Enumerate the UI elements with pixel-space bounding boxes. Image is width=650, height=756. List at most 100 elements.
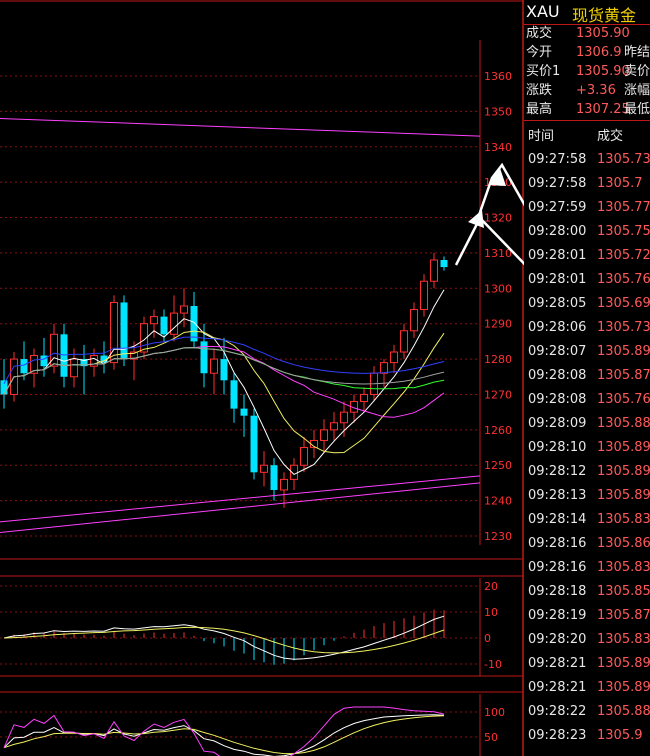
price-tick-label: 1230 bbox=[484, 530, 512, 543]
tick-time: 09:27:58 bbox=[528, 152, 587, 167]
candle-body bbox=[210, 358, 218, 374]
tick-time: 09:28:18 bbox=[528, 584, 587, 599]
tick-price: 1305.83 bbox=[597, 632, 650, 647]
tick-time: 09:28:01 bbox=[528, 272, 587, 287]
candle-body bbox=[440, 260, 448, 268]
trend-line bbox=[0, 475, 481, 523]
tick-row: 09:28:07 1305.89 bbox=[524, 340, 650, 364]
tick-header-price: 成交 bbox=[597, 129, 624, 144]
tick-price: 1305.73 bbox=[597, 152, 650, 167]
macd-tick-label: -10 bbox=[484, 658, 502, 671]
quote-row: 买价1 1305.90 卖价 bbox=[524, 62, 650, 81]
quote-value: 1306.9 bbox=[576, 45, 622, 60]
tick-time: 09:28:00 bbox=[528, 224, 587, 239]
tick-time: 09:28:07 bbox=[528, 344, 587, 359]
tick-row: 09:28:08 1305.76 bbox=[524, 388, 650, 412]
tick-row: 09:28:16 1305.83 bbox=[524, 556, 650, 580]
quote-row: 涨跌 +3.36 涨幅 bbox=[524, 81, 650, 100]
tick-price: 1305.75 bbox=[597, 224, 650, 239]
tick-row: 09:28:19 1305.87 bbox=[524, 604, 650, 628]
price-tick-label: 1240 bbox=[484, 495, 512, 508]
candle-body bbox=[160, 316, 168, 335]
tick-price: 1305.89 bbox=[597, 464, 650, 479]
tick-price: 1305.88 bbox=[597, 416, 650, 431]
tick-time: 09:28:05 bbox=[528, 296, 587, 311]
tick-time: 09:27:59 bbox=[528, 200, 587, 215]
tick-row: 09:28:00 1305.75 bbox=[524, 220, 650, 244]
candle-body bbox=[60, 334, 68, 377]
tick-time: 09:28:06 bbox=[528, 320, 587, 335]
quote-row: 成交 1305.90 bbox=[524, 24, 650, 43]
tick-row: 09:28:18 1305.85 bbox=[524, 580, 650, 604]
tick-price: 1305.86 bbox=[597, 536, 650, 551]
kdj-k-line bbox=[3, 714, 445, 756]
tick-price: 1305.87 bbox=[597, 608, 650, 623]
tick-price: 1305.88 bbox=[597, 704, 650, 719]
tick-row: 09:28:01 1305.76 bbox=[524, 268, 650, 292]
tick-price: 1305.89 bbox=[597, 344, 650, 359]
kdj-j-line bbox=[3, 706, 445, 756]
candle-body bbox=[330, 422, 338, 431]
tick-time: 09:28:01 bbox=[528, 248, 587, 263]
tick-price: 1305.7 bbox=[597, 176, 643, 191]
tick-time: 09:28:08 bbox=[528, 392, 587, 407]
quote-row: 最高 1307.25 最低 bbox=[524, 100, 650, 119]
tick-time: 09:28:19 bbox=[528, 608, 587, 623]
tick-price: 1305.72 bbox=[597, 248, 650, 263]
candle-body bbox=[0, 380, 8, 395]
tick-time: 09:28:20 bbox=[528, 632, 587, 647]
quote-row: 今开 1306.9 昨结 bbox=[524, 43, 650, 62]
tick-row: 09:28:16 1305.86 bbox=[524, 532, 650, 556]
moving-average-lines bbox=[0, 117, 481, 533]
candle-body bbox=[180, 305, 188, 314]
tick-price: 1305.85 bbox=[597, 584, 650, 599]
candle-body bbox=[230, 380, 238, 409]
candle-body bbox=[320, 429, 328, 441]
candle-body bbox=[390, 351, 398, 364]
tick-time: 09:28:22 bbox=[528, 704, 587, 719]
candle-body bbox=[340, 411, 348, 424]
price-tick-label: 1260 bbox=[484, 424, 512, 437]
quote-value: 1307.25 bbox=[576, 102, 630, 117]
candle-body bbox=[410, 309, 418, 332]
price-tick-label: 1360 bbox=[484, 70, 512, 83]
price-tick-label: 1320 bbox=[484, 212, 512, 225]
price-tick-label: 1310 bbox=[484, 247, 512, 260]
candle-body bbox=[400, 330, 408, 353]
candle-body bbox=[190, 306, 198, 342]
tick-price: 1305.9 bbox=[597, 728, 643, 743]
quote-extra-label: 昨结 bbox=[624, 45, 650, 60]
price-tick-label: 1250 bbox=[484, 459, 512, 472]
price-tick-label: 1340 bbox=[484, 141, 512, 154]
quote-value: 1305.90 bbox=[576, 64, 630, 79]
tick-price: 1305.69 bbox=[597, 296, 650, 311]
tick-header-time: 时间 bbox=[528, 129, 555, 144]
price-tick-label: 1270 bbox=[484, 388, 512, 401]
quote-label: 涨跌 bbox=[526, 83, 553, 98]
tick-row: 09:28:14 1305.83 bbox=[524, 508, 650, 532]
price-tick-label: 1280 bbox=[484, 353, 512, 366]
candle-body bbox=[20, 359, 28, 374]
price-tick-label: 1350 bbox=[484, 105, 512, 118]
tick-price: 1305.87 bbox=[597, 368, 650, 383]
trend-line-2 bbox=[0, 482, 481, 533]
tick-row: 09:28:09 1305.88 bbox=[524, 412, 650, 436]
quote-value: 1305.90 bbox=[576, 26, 630, 41]
quote-label: 买价1 bbox=[526, 64, 561, 79]
quote-panel: XAU 现货黄金 成交 1305.90 今开 1306.9 昨结 买价1 1305.90 卖价… bbox=[524, 0, 650, 756]
quote-extra-label: 卖价 bbox=[624, 64, 650, 79]
tick-price: 1305.76 bbox=[597, 392, 650, 407]
tick-price: 1305.77 bbox=[597, 200, 650, 215]
macd-tick-label: 0 bbox=[484, 632, 491, 645]
candle-body bbox=[380, 362, 388, 374]
symbol-label: XAU bbox=[526, 2, 560, 21]
quote-title: XAU 现货黄金 bbox=[524, 0, 650, 25]
kdj-indicator bbox=[3, 706, 445, 756]
candle-body bbox=[260, 464, 268, 473]
candle-body bbox=[220, 359, 228, 381]
tick-price: 1305.89 bbox=[597, 656, 650, 671]
kdj-d-line bbox=[3, 715, 445, 755]
candle-body bbox=[360, 393, 368, 403]
tick-time: 09:28:10 bbox=[528, 440, 587, 455]
quote-label: 最高 bbox=[526, 102, 553, 117]
